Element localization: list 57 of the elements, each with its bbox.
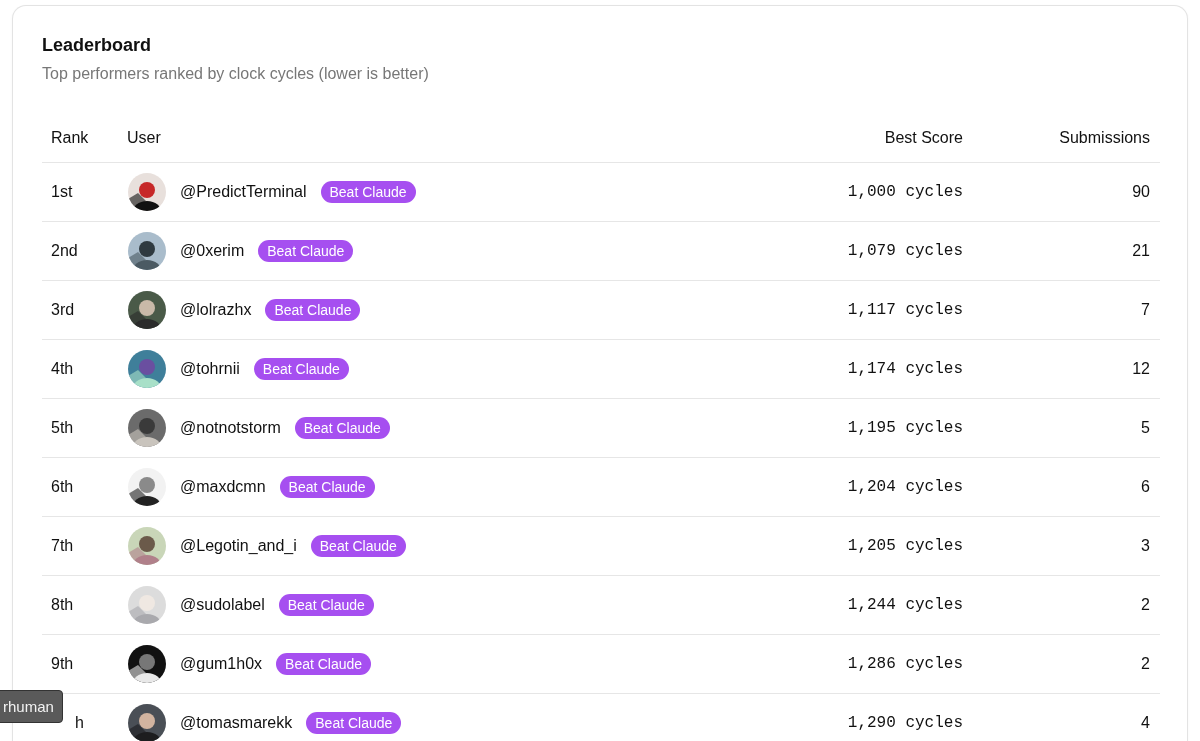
username: @sudolabel: [180, 596, 265, 614]
leaderboard-subtitle: Top performers ranked by clock cycles (lower is better): [42, 64, 430, 84]
username: @lolrazhx: [180, 301, 252, 319]
rank-cell-text: 9th: [50, 655, 75, 673]
rank-cell-text: 6th: [50, 478, 75, 496]
status-badge: Beat Claude: [276, 653, 372, 675]
score-cell-text: 1,117 cycles: [846, 301, 964, 319]
submissions-cell-text: 6: [1140, 478, 1151, 496]
status-badge: Beat Claude: [294, 417, 390, 439]
column-header: User: [126, 129, 162, 147]
status-badge: Beat Claude: [265, 299, 361, 321]
status-badge: Beat Claude: [278, 594, 374, 616]
rank-cell-text: 8th: [50, 596, 75, 614]
score-cell-text: 1,286 cycles: [846, 655, 964, 673]
leaderboard-title: Leaderboard: [42, 34, 153, 56]
username: @tomasmarekk: [180, 714, 293, 732]
submissions-cell-text: 2: [1140, 655, 1151, 673]
score-cell-text: 1,204 cycles: [846, 478, 964, 496]
column-header: Submissions: [1058, 129, 1151, 147]
score-cell-text: 1,000 cycles: [846, 183, 964, 201]
submissions-cell-text: 7: [1140, 301, 1151, 319]
submissions-cell-text: 5: [1140, 419, 1151, 437]
score-cell-text: 1,290 cycles: [846, 714, 964, 732]
submissions-cell-text: 4: [1140, 714, 1151, 732]
status-badge: Beat Claude: [310, 535, 406, 557]
rank-cell-text: 1st: [50, 183, 74, 201]
status-badge: Beat Claude: [320, 181, 416, 203]
score-cell-text: 1,205 cycles: [846, 537, 964, 555]
rank-cell-text: h: [74, 714, 85, 732]
username: @PredictTerminal: [180, 183, 307, 201]
username: @notnotstorm: [180, 419, 281, 437]
status-badge: Beat Claude: [258, 240, 354, 262]
username: @tohrnii: [180, 360, 240, 378]
username: @Legotin_and_i: [180, 537, 297, 555]
score-cell-text: 1,195 cycles: [846, 419, 964, 437]
status-badge: Beat Claude: [279, 476, 375, 498]
rank-cell-text: 2nd: [50, 242, 79, 260]
score-cell-text: 1,174 cycles: [846, 360, 964, 378]
username: @0xerim: [180, 242, 245, 260]
submissions-cell-text: 2: [1140, 596, 1151, 614]
submissions-cell-text: 3: [1140, 537, 1151, 555]
tooltip: rhuman: [0, 690, 63, 723]
username: @gum1h0x: [180, 655, 263, 673]
status-badge: Beat Claude: [306, 712, 402, 734]
column-header: Best Score: [883, 129, 964, 147]
rank-cell-text: 5th: [50, 419, 75, 437]
username: @maxdcmn: [180, 478, 266, 496]
score-cell-text: 1,079 cycles: [846, 242, 964, 260]
column-header: Rank: [50, 129, 90, 147]
rank-cell-text: 7th: [50, 537, 75, 555]
score-cell-text: 1,244 cycles: [846, 596, 964, 614]
submissions-cell-text: 21: [1131, 242, 1151, 260]
rank-cell-text: 3rd: [50, 301, 76, 319]
submissions-cell-text: 12: [1131, 360, 1151, 378]
status-badge: Beat Claude: [253, 358, 349, 380]
submissions-cell-text: 90: [1131, 183, 1151, 201]
rank-cell-text: 4th: [50, 360, 75, 378]
